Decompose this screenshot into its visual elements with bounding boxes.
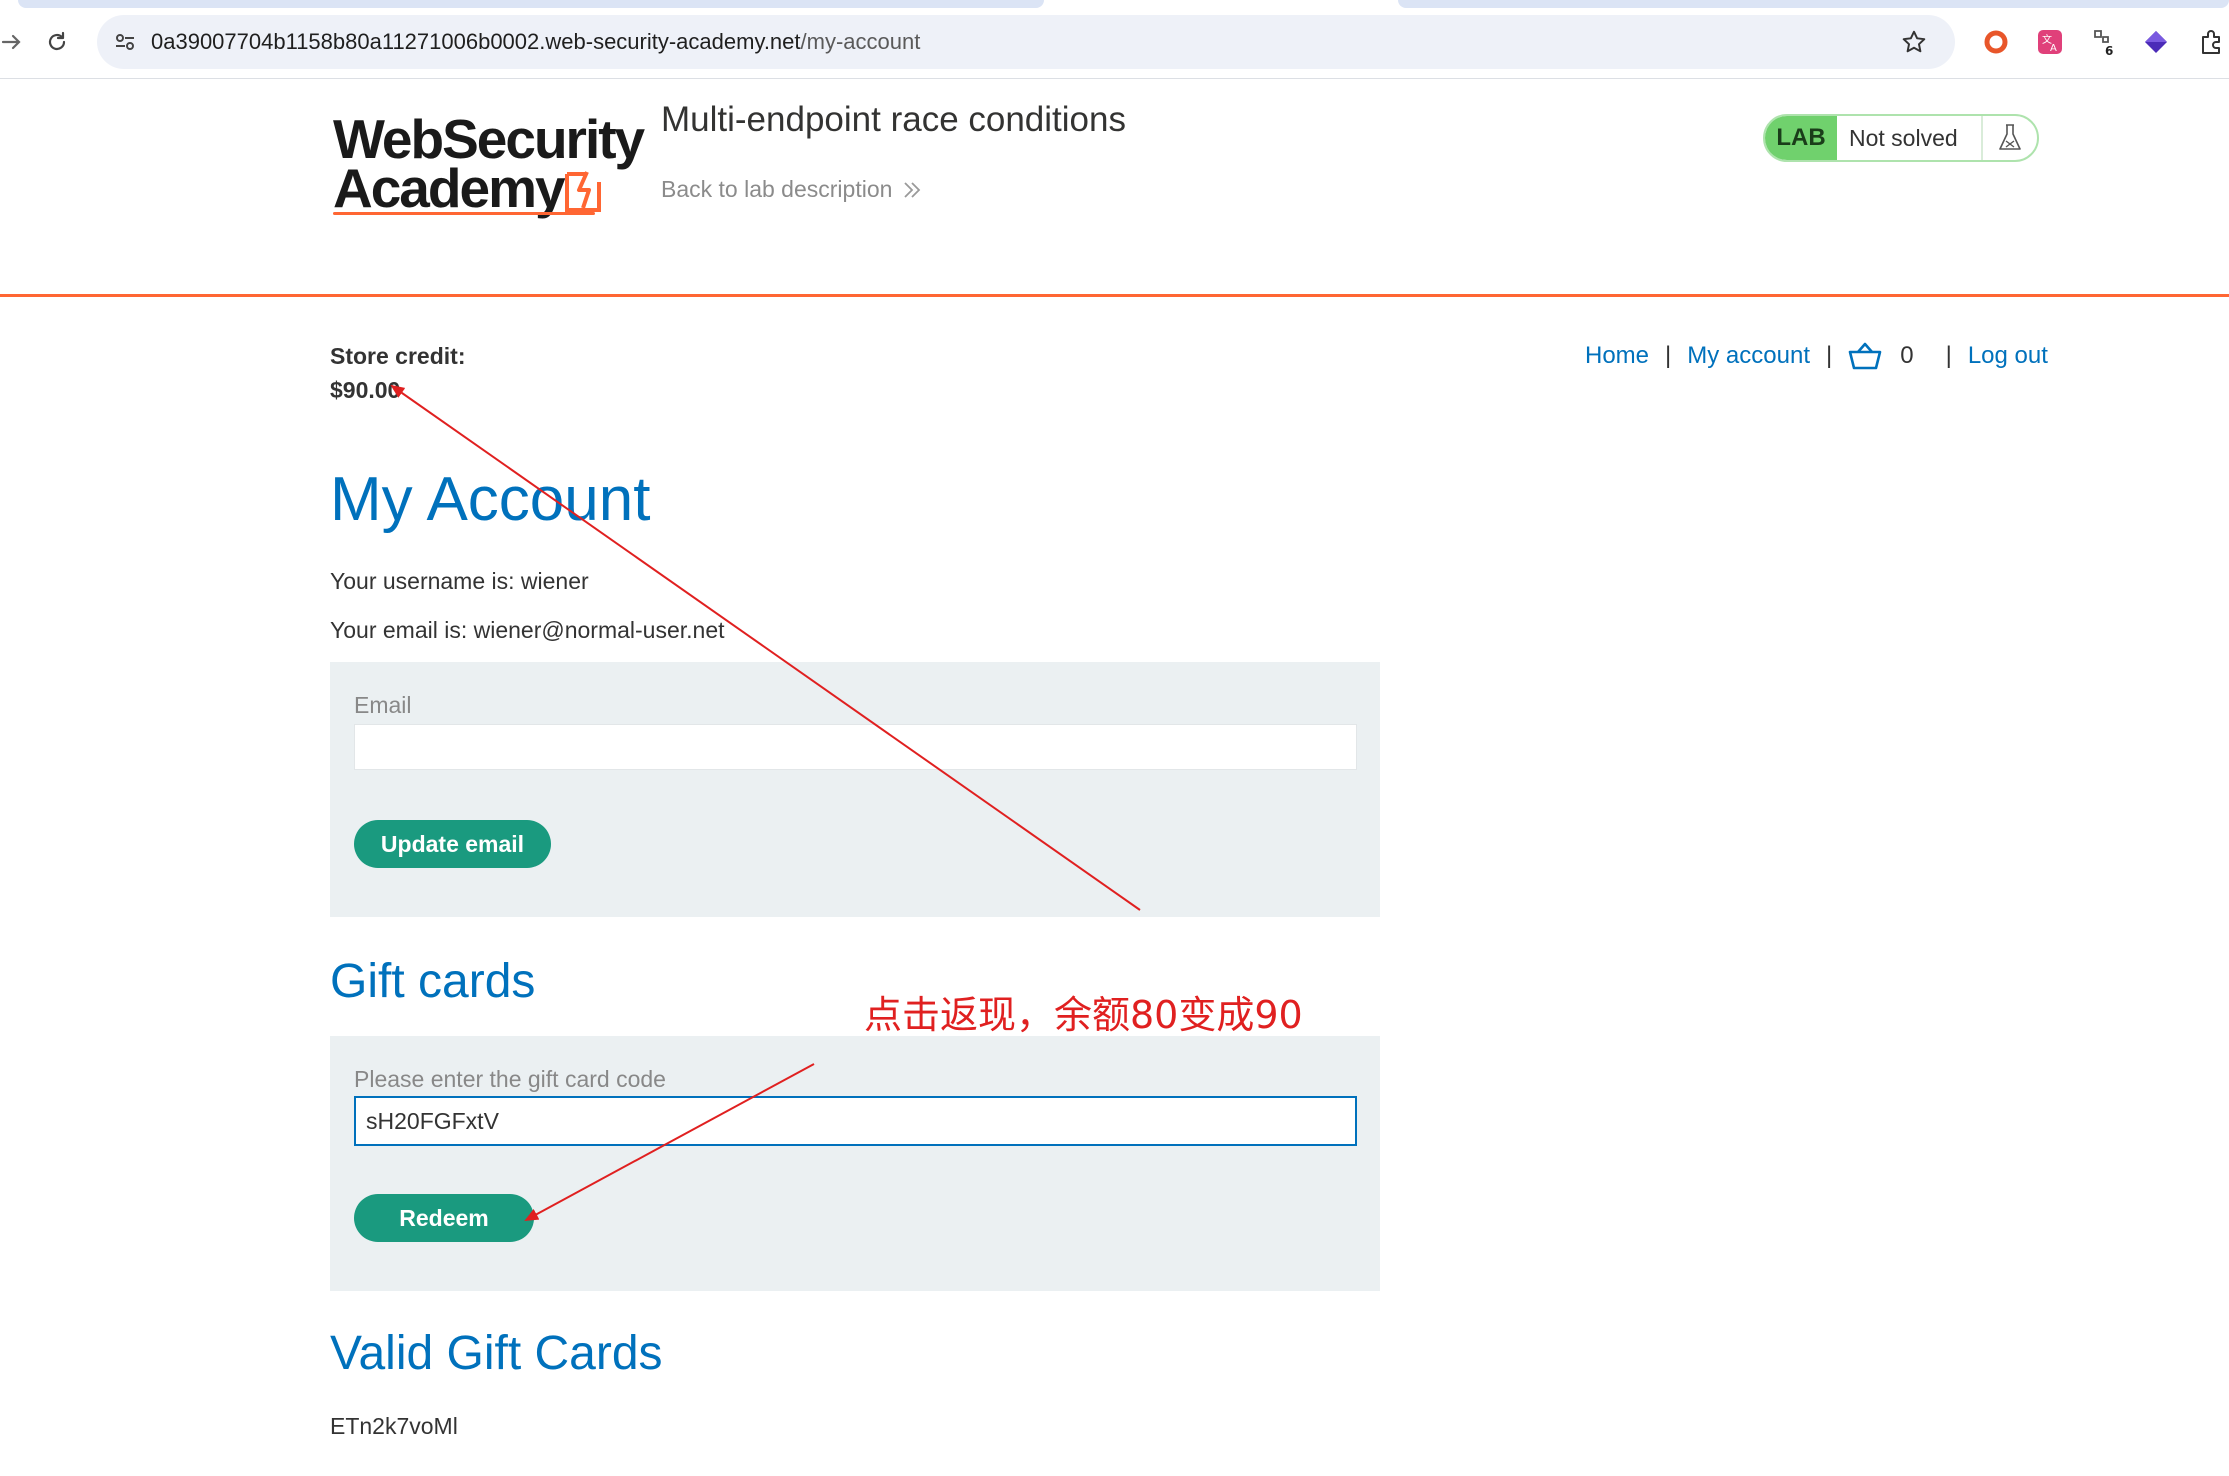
annotation-arrows [390, 384, 1141, 1221]
arrow-to-redeem-button [524, 1063, 815, 1221]
annotation-note: 点击返现，余额80变成90 [864, 993, 1303, 1037]
arrow-to-store-credit [390, 384, 1141, 911]
